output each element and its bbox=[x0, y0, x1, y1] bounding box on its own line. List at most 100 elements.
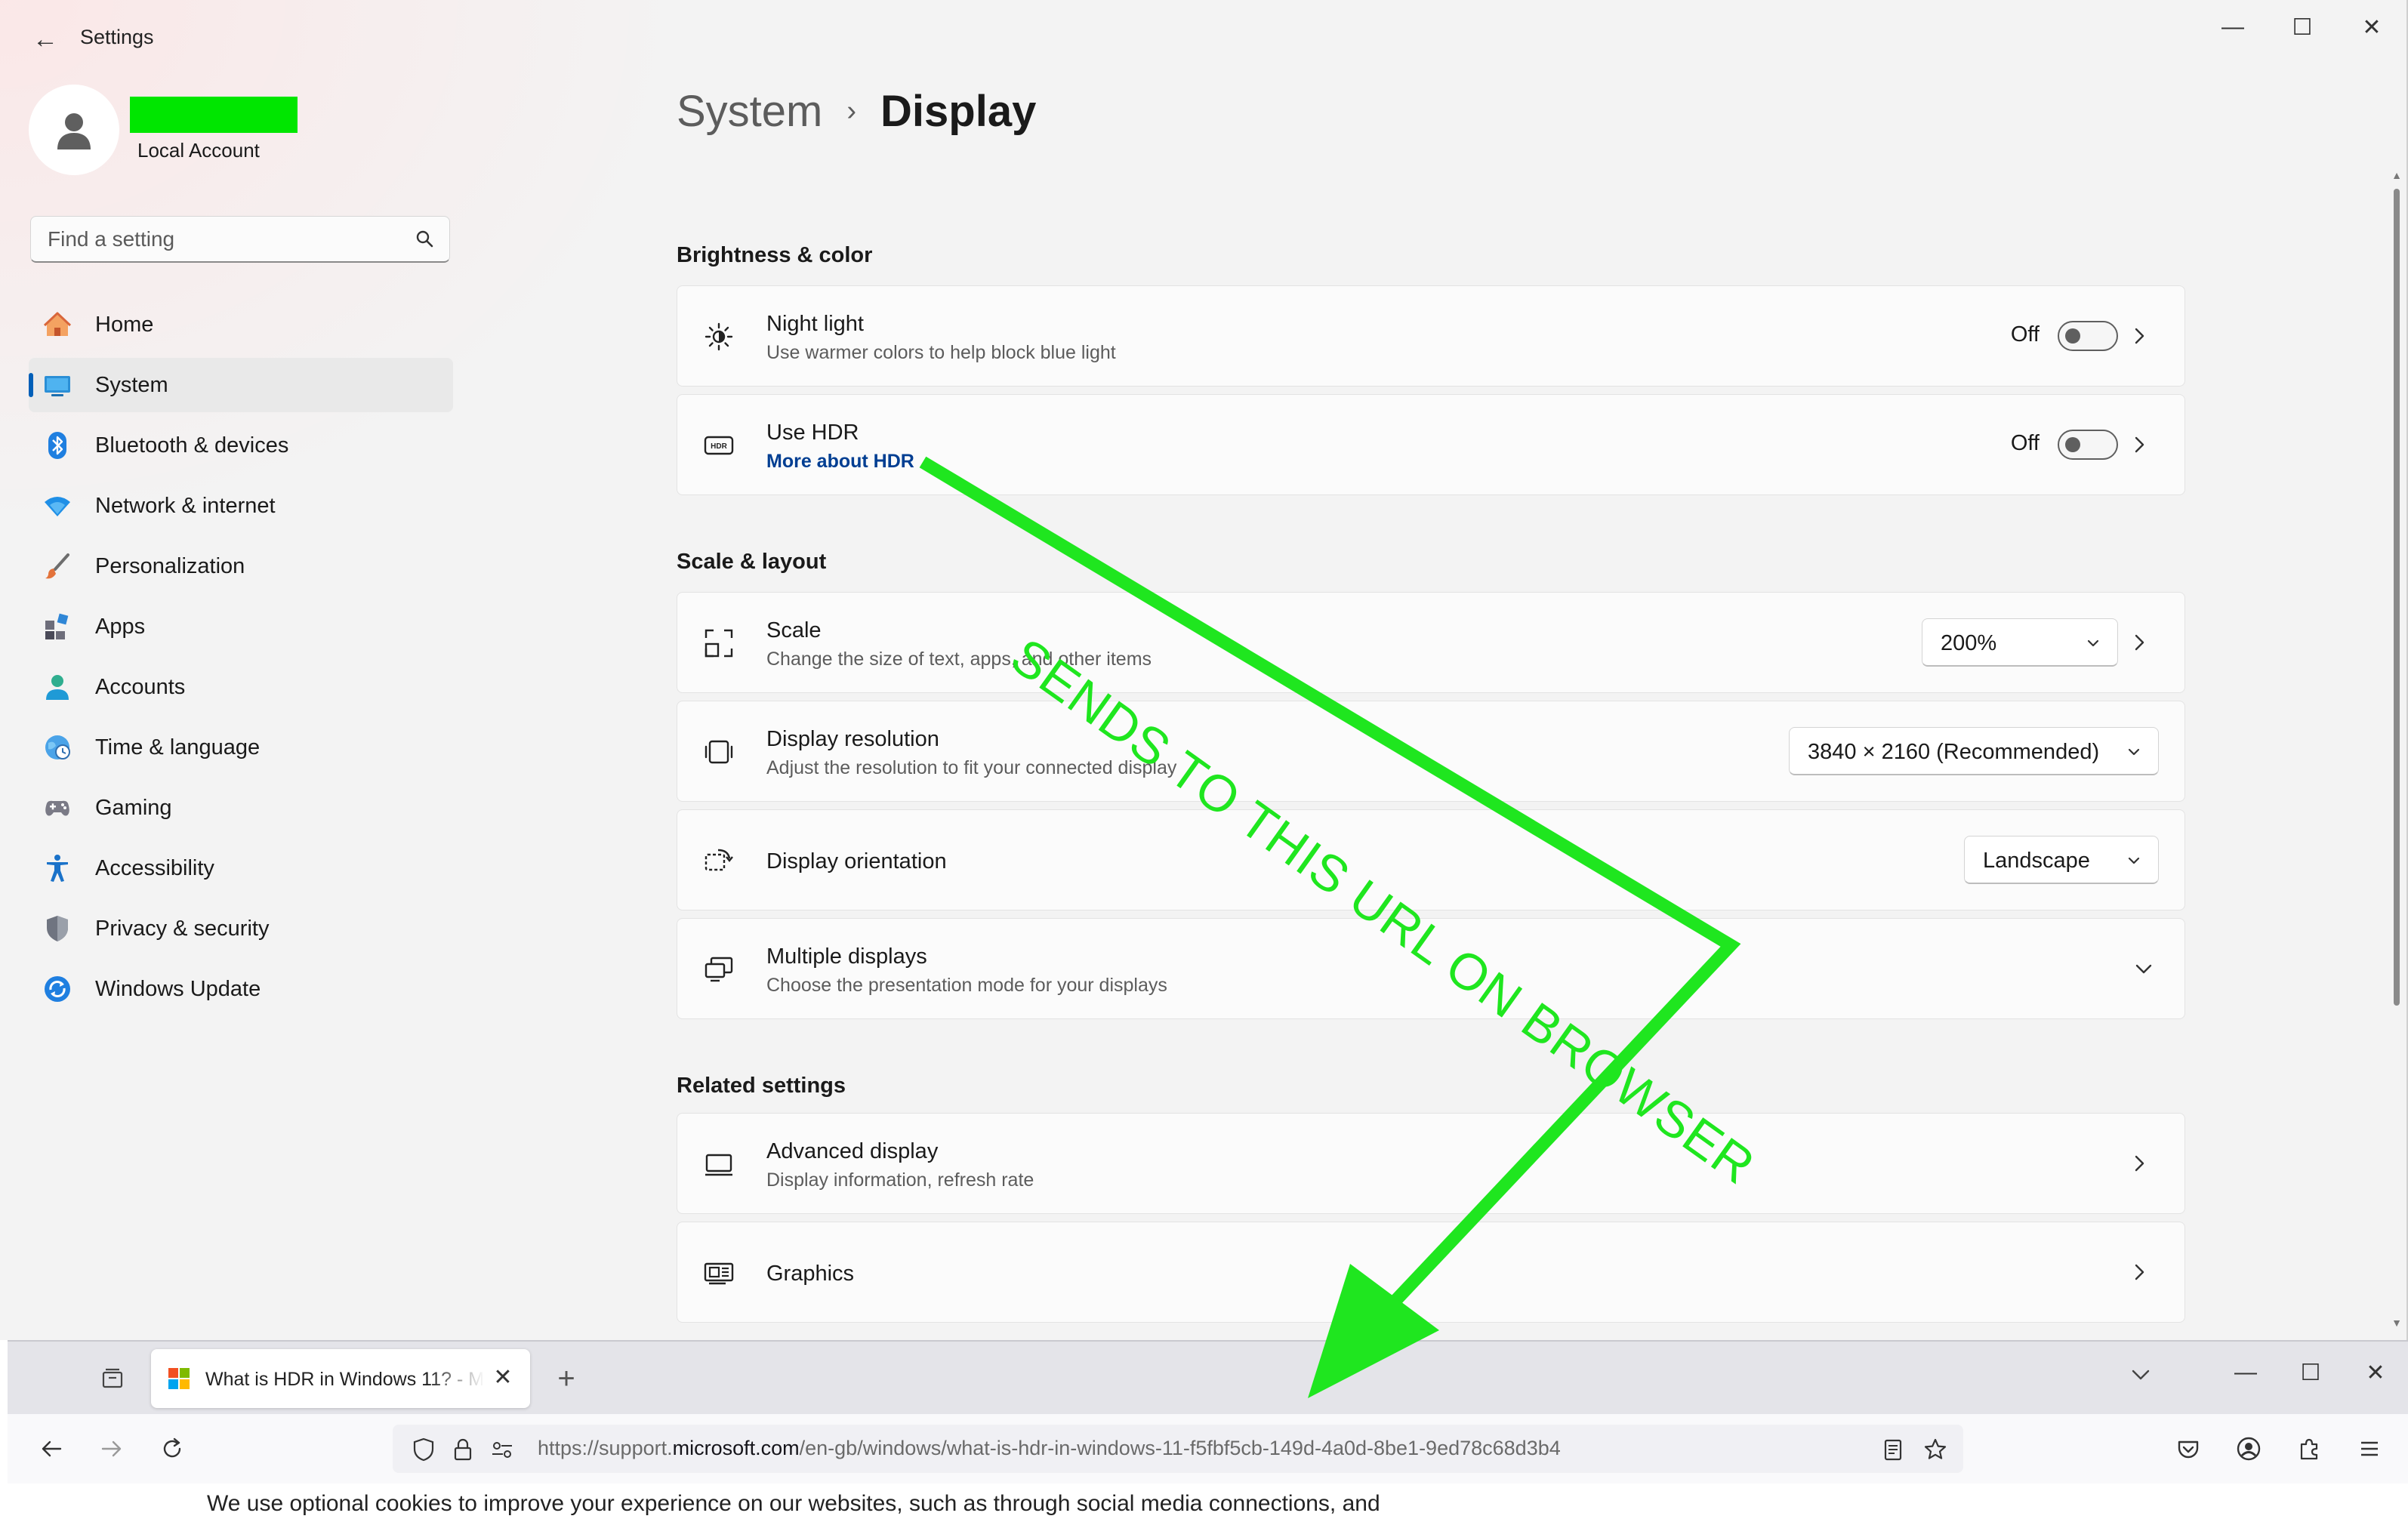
list-all-tabs-button[interactable] bbox=[2127, 1361, 2160, 1394]
search-input[interactable] bbox=[46, 217, 412, 262]
sidebar-item-apps[interactable]: Apps bbox=[29, 599, 453, 654]
back-arrow-icon bbox=[42, 1440, 62, 1457]
browser-forward-button[interactable] bbox=[94, 1431, 130, 1467]
hdr-state: Off bbox=[2010, 431, 2040, 455]
advanced-display-card[interactable]: Advanced display Display information, re… bbox=[677, 1113, 2185, 1214]
browser-close-button[interactable]: ✕ bbox=[2343, 1342, 2408, 1403]
brush-icon bbox=[42, 551, 72, 581]
lock-icon[interactable] bbox=[450, 1437, 476, 1462]
scale-card[interactable]: Scale Change the size of text, apps, and… bbox=[677, 592, 2185, 693]
browser-maximize-button[interactable]: ☐ bbox=[2278, 1342, 2343, 1403]
search-box[interactable] bbox=[30, 216, 450, 263]
back-arrow-icon: ← bbox=[32, 24, 58, 54]
account-icon bbox=[2237, 1437, 2261, 1461]
avatar[interactable] bbox=[29, 85, 119, 175]
sidebar-item-label: Windows Update bbox=[95, 976, 261, 1001]
chevron-down-icon[interactable] bbox=[2130, 955, 2157, 982]
accessibility-icon bbox=[42, 853, 72, 883]
sidebar-item-bluetooth[interactable]: Bluetooth & devices bbox=[29, 418, 453, 473]
reader-view-icon[interactable] bbox=[1880, 1437, 1906, 1462]
apps-icon bbox=[42, 612, 72, 642]
sidebar-item-label: Time & language bbox=[95, 735, 261, 760]
hdr-card[interactable]: HDR Use HDR More about HDR Off bbox=[677, 394, 2185, 495]
sidebar-item-system[interactable]: System bbox=[29, 358, 453, 412]
browser-window-controls: — ☐ ✕ bbox=[2213, 1342, 2408, 1403]
toggle-knob bbox=[2065, 437, 2080, 452]
sidebar-item-time-language[interactable]: Time & language bbox=[29, 720, 453, 775]
tracking-protection-shield-icon[interactable] bbox=[411, 1437, 436, 1462]
resolution-dropdown[interactable]: 3840 × 2160 (Recommended) bbox=[1789, 727, 2159, 775]
monitor-icon bbox=[703, 1148, 735, 1180]
advanced-display-subtitle: Display information, refresh rate bbox=[766, 1169, 1034, 1191]
bookmark-star-icon[interactable] bbox=[1922, 1437, 1948, 1462]
close-icon: ✕ bbox=[2366, 1360, 2385, 1385]
close-button[interactable]: ✕ bbox=[2337, 0, 2406, 54]
home-icon bbox=[42, 310, 72, 340]
browser-tab[interactable]: What is HDR in Windows 11? - Microsoft S… bbox=[151, 1349, 530, 1408]
sidebar-item-privacy-security[interactable]: Privacy & security bbox=[29, 901, 453, 956]
scroll-thumb[interactable] bbox=[2394, 189, 2400, 1006]
sidebar-item-accessibility[interactable]: Accessibility bbox=[29, 841, 453, 895]
maximize-icon: ☐ bbox=[2292, 14, 2313, 40]
tab-overview-button[interactable] bbox=[89, 1357, 136, 1399]
sidebar-item-accounts[interactable]: Accounts bbox=[29, 660, 453, 714]
breadcrumb: System › Display bbox=[677, 86, 1036, 137]
browser-back-button[interactable] bbox=[33, 1431, 69, 1467]
sidebar-item-personalization[interactable]: Personalization bbox=[29, 539, 453, 593]
extensions-button[interactable] bbox=[2291, 1431, 2327, 1467]
sidebar-item-label: Bluetooth & devices bbox=[95, 433, 289, 458]
maximize-icon: ☐ bbox=[2300, 1360, 2321, 1385]
window-controls: — ☐ ✕ bbox=[2198, 0, 2406, 54]
sidebar-nav: Home System Bluetooth & devices Network … bbox=[29, 297, 453, 1022]
search-icon bbox=[416, 230, 433, 248]
permissions-icon[interactable] bbox=[489, 1437, 515, 1462]
night-light-state: Off bbox=[2010, 322, 2040, 347]
section-title-scale-layout: Scale & layout bbox=[677, 550, 827, 574]
url-prefix: https://support. bbox=[538, 1437, 673, 1459]
url-domain: microsoft.com bbox=[672, 1437, 800, 1459]
orientation-dropdown[interactable]: Landscape bbox=[1964, 836, 2159, 884]
night-light-title: Night light bbox=[766, 312, 864, 336]
sidebar-item-windows-update[interactable]: Windows Update bbox=[29, 962, 453, 1016]
display-orientation-card[interactable]: Display orientation Landscape bbox=[677, 809, 2185, 910]
reload-button[interactable] bbox=[154, 1431, 190, 1467]
pocket-button[interactable] bbox=[2170, 1431, 2206, 1467]
sidebar-item-label: Personalization bbox=[95, 553, 245, 578]
hamburger-menu-icon bbox=[2361, 1441, 2378, 1456]
breadcrumb-parent[interactable]: System bbox=[677, 86, 822, 137]
browser-minimize-button[interactable]: — bbox=[2213, 1342, 2278, 1403]
shield-icon bbox=[42, 914, 72, 944]
breadcrumb-separator: › bbox=[846, 95, 857, 127]
hdr-toggle[interactable] bbox=[2058, 430, 2118, 460]
new-tab-button[interactable]: + bbox=[545, 1358, 587, 1400]
maximize-button[interactable]: ☐ bbox=[2268, 0, 2337, 54]
multiple-displays-title: Multiple displays bbox=[766, 944, 927, 969]
resolution-icon bbox=[703, 736, 735, 768]
chevron-right-icon bbox=[2126, 322, 2153, 350]
minimize-button[interactable]: — bbox=[2198, 0, 2268, 54]
sidebar-item-home[interactable]: Home bbox=[29, 297, 453, 352]
night-light-toggle[interactable] bbox=[2058, 321, 2118, 351]
sidebar-item-label: Accessibility bbox=[95, 855, 214, 880]
orientation-icon bbox=[703, 845, 735, 877]
graphics-card[interactable]: Graphics bbox=[677, 1222, 2185, 1323]
display-resolution-card[interactable]: Display resolution Adjust the resolution… bbox=[677, 701, 2185, 802]
scale-dropdown[interactable]: 200% bbox=[1922, 618, 2118, 667]
settings-scrollbar[interactable]: ▲ ▼ bbox=[2391, 169, 2402, 1332]
url-bar[interactable]: https://support.microsoft.com/en-gb/wind… bbox=[393, 1425, 1963, 1473]
url-text[interactable]: https://support.microsoft.com/en-gb/wind… bbox=[538, 1437, 1561, 1460]
sidebar-item-gaming[interactable]: Gaming bbox=[29, 781, 453, 835]
sidebar-item-network[interactable]: Network & internet bbox=[29, 479, 453, 533]
scroll-down-icon[interactable]: ▼ bbox=[2391, 1317, 2402, 1332]
night-light-card[interactable]: Night light Use warmer colors to help bl… bbox=[677, 285, 2185, 387]
more-about-hdr-link[interactable]: More about HDR bbox=[766, 451, 914, 473]
gamepad-icon bbox=[42, 793, 72, 823]
settings-titlebar: ← Settings — ☐ ✕ bbox=[0, 0, 2406, 75]
tab-close-icon[interactable]: ✕ bbox=[489, 1364, 516, 1391]
account-button[interactable] bbox=[2231, 1431, 2267, 1467]
scale-subtitle: Change the size of text, apps, and other… bbox=[766, 649, 1152, 670]
scroll-up-icon[interactable]: ▲ bbox=[2391, 169, 2402, 184]
chevron-down-icon bbox=[2083, 633, 2104, 654]
back-button[interactable]: ← bbox=[23, 18, 68, 60]
app-menu-button[interactable] bbox=[2351, 1431, 2388, 1467]
